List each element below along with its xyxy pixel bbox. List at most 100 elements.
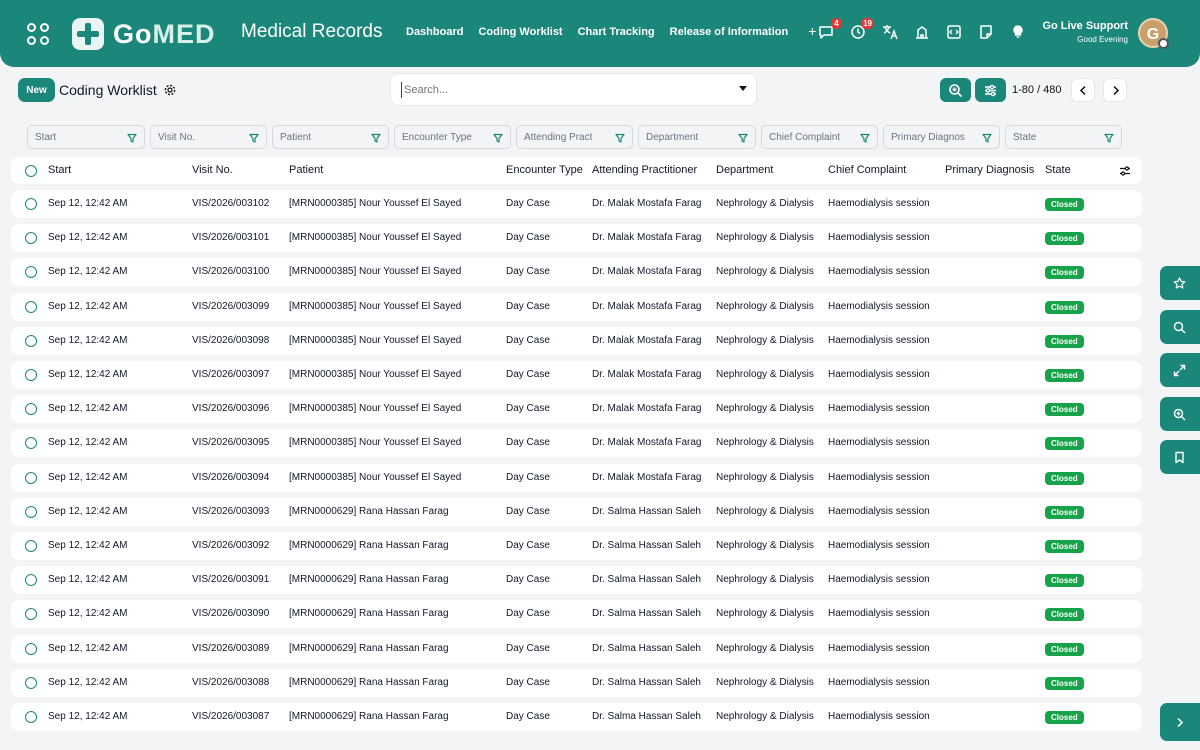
- row-select-radio[interactable]: [25, 198, 37, 210]
- cell-patient: [MRN0000629] Rana Hassan Farag: [289, 608, 449, 619]
- table-row[interactable]: Sep 12, 12:42 AM VIS/2026/003095 [MRN00003…: [11, 429, 1142, 457]
- support-block[interactable]: Go Live Support Good Evening: [1042, 20, 1128, 44]
- filter-funnel-icon[interactable]: [493, 133, 503, 143]
- col-visit-no[interactable]: Visit No.: [192, 164, 233, 176]
- translate-icon[interactable]: [882, 24, 898, 40]
- row-select-radio[interactable]: [25, 506, 37, 518]
- new-button[interactable]: New: [18, 78, 55, 102]
- rail-collapse-button[interactable]: [1160, 703, 1200, 741]
- row-select-radio[interactable]: [25, 403, 37, 415]
- table-row[interactable]: Sep 12, 12:42 AM VIS/2026/003088 [MRN00006…: [11, 669, 1142, 697]
- filter-9[interactable]: State: [1005, 125, 1122, 149]
- apps-grid-icon[interactable]: [27, 23, 49, 45]
- filter-3[interactable]: Patient: [272, 125, 389, 149]
- cell-department: Nephrology & Dialysis: [716, 540, 814, 551]
- filter-6[interactable]: Department: [638, 125, 756, 149]
- filter-funnel-icon[interactable]: [249, 133, 259, 143]
- table-row[interactable]: Sep 12, 12:42 AM VIS/2026/003094 [MRN00003…: [11, 464, 1142, 492]
- search-input[interactable]: [401, 82, 721, 98]
- gear-icon[interactable]: [164, 84, 176, 96]
- table-row[interactable]: Sep 12, 12:42 AM VIS/2026/003096 [MRN00003…: [11, 395, 1142, 423]
- row-select-radio[interactable]: [25, 369, 37, 381]
- col-department[interactable]: Department: [716, 164, 773, 176]
- row-select-radio[interactable]: [25, 574, 37, 586]
- lightbulb-icon[interactable]: [1010, 24, 1026, 40]
- chevron-down-icon[interactable]: [739, 86, 747, 91]
- rail-favorites-button[interactable]: [1160, 266, 1200, 300]
- filter-8[interactable]: Primary Diagnos: [883, 125, 1000, 149]
- gomed-logo[interactable]: GoMED: [72, 17, 216, 51]
- nav-dashboard[interactable]: Dashboard: [406, 26, 463, 38]
- filter-1[interactable]: Start: [27, 125, 145, 149]
- filter-funnel-icon[interactable]: [738, 133, 748, 143]
- table-row[interactable]: Sep 12, 12:42 AM VIS/2026/003099 [MRN00003…: [11, 293, 1142, 321]
- prev-page-button[interactable]: [1071, 78, 1095, 102]
- row-select-radio[interactable]: [25, 711, 37, 723]
- filter-funnel-icon[interactable]: [615, 133, 625, 143]
- row-select-radio[interactable]: [25, 266, 37, 278]
- filter-funnel-icon[interactable]: [1104, 133, 1114, 143]
- col-patient[interactable]: Patient: [289, 164, 323, 176]
- row-select-radio[interactable]: [25, 643, 37, 655]
- filter-4[interactable]: Encounter Type: [394, 125, 511, 149]
- table-row[interactable]: Sep 12, 12:42 AM VIS/2026/003087 [MRN00006…: [11, 703, 1142, 731]
- status-dot: [1158, 38, 1169, 49]
- next-page-button[interactable]: [1103, 78, 1127, 102]
- col-start[interactable]: Start: [48, 164, 71, 176]
- search-box[interactable]: [390, 73, 757, 106]
- table-row[interactable]: Sep 12, 12:42 AM VIS/2026/003092 [MRN00006…: [11, 532, 1142, 560]
- zoom-search-button[interactable]: [940, 78, 971, 102]
- filter-funnel-icon[interactable]: [860, 133, 870, 143]
- row-select-radio[interactable]: [25, 677, 37, 689]
- clock-alert-icon[interactable]: 19: [850, 18, 874, 40]
- rail-expand-button[interactable]: [1160, 353, 1200, 387]
- col-state[interactable]: State: [1045, 164, 1071, 176]
- col-chief-complaint[interactable]: Chief Complaint: [828, 164, 906, 176]
- table-row[interactable]: Sep 12, 12:42 AM VIS/2026/003090 [MRN00006…: [11, 600, 1142, 628]
- row-select-radio[interactable]: [25, 437, 37, 449]
- code-window-icon[interactable]: [946, 24, 962, 40]
- nav-coding-worklist[interactable]: Coding Worklist: [478, 26, 562, 38]
- avatar[interactable]: G: [1138, 18, 1169, 49]
- cell-patient: [MRN0000385] Nour Youssef El Sayed: [289, 403, 462, 414]
- row-select-radio[interactable]: [25, 608, 37, 620]
- filter-5[interactable]: Attending Pract: [516, 125, 633, 149]
- table-row[interactable]: Sep 12, 12:42 AM VIS/2026/003093 [MRN00006…: [11, 498, 1142, 526]
- chevron-left-icon: [1079, 85, 1086, 96]
- nav-release-of-information[interactable]: Release of Information: [670, 26, 789, 38]
- table-row[interactable]: Sep 12, 12:42 AM VIS/2026/003101 [MRN00003…: [11, 224, 1142, 252]
- row-select-radio[interactable]: [25, 301, 37, 313]
- filter-label: Primary Diagnos: [891, 132, 965, 143]
- nav-chart-tracking[interactable]: Chart Tracking: [578, 26, 655, 38]
- table-row[interactable]: Sep 12, 12:42 AM VIS/2026/003097 [MRN00003…: [11, 361, 1142, 389]
- col-primary-diagnosis[interactable]: Primary Diagnosis: [945, 164, 1034, 176]
- row-select-radio[interactable]: [25, 472, 37, 484]
- filter-funnel-icon[interactable]: [982, 133, 992, 143]
- filter-7[interactable]: Chief Complaint: [761, 125, 878, 149]
- table-row[interactable]: Sep 12, 12:42 AM VIS/2026/003091 [MRN00006…: [11, 566, 1142, 594]
- chat-bubble-icon[interactable]: 4: [818, 18, 842, 40]
- building-icon[interactable]: [914, 24, 930, 40]
- table-row[interactable]: Sep 12, 12:42 AM VIS/2026/003100 [MRN00003…: [11, 258, 1142, 286]
- filter-2[interactable]: Visit No.: [150, 125, 267, 149]
- rail-bookmark-button[interactable]: [1160, 440, 1200, 474]
- rail-search-button[interactable]: [1160, 310, 1200, 344]
- col-encounter-type[interactable]: Encounter Type: [506, 164, 583, 176]
- column-settings-icon[interactable]: [1119, 165, 1131, 177]
- filter-funnel-icon[interactable]: [371, 133, 381, 143]
- filter-funnel-icon[interactable]: [127, 133, 137, 143]
- row-select-radio[interactable]: [25, 540, 37, 552]
- table-row[interactable]: Sep 12, 12:42 AM VIS/2026/003102 [MRN00003…: [11, 190, 1142, 218]
- note-icon[interactable]: [978, 24, 994, 40]
- filter-settings-button[interactable]: [975, 78, 1006, 102]
- rail-zoom-button[interactable]: [1160, 397, 1200, 431]
- col-attending-practitioner[interactable]: Attending Practitioner: [592, 164, 697, 176]
- table-row[interactable]: Sep 12, 12:42 AM VIS/2026/003089 [MRN00006…: [11, 635, 1142, 663]
- select-all-radio[interactable]: [25, 165, 37, 177]
- table-row[interactable]: Sep 12, 12:42 AM VIS/2026/003098 [MRN00003…: [11, 327, 1142, 355]
- row-select-radio[interactable]: [25, 232, 37, 244]
- row-select-radio[interactable]: [25, 335, 37, 347]
- nav-add-button[interactable]: +: [808, 24, 816, 38]
- cell-department: Nephrology & Dialysis: [716, 198, 814, 209]
- cell-encounter-type: Day Case: [506, 403, 550, 414]
